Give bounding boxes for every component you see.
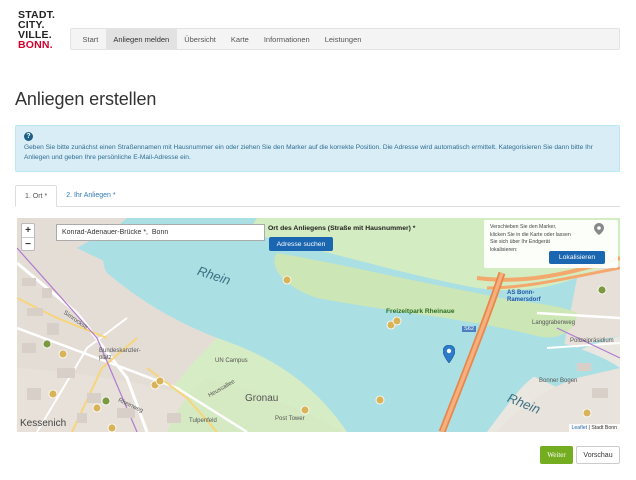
map-label-langgrabenweg: Langgrabenweg bbox=[532, 320, 576, 326]
locate-button[interactable]: Lokalisieren bbox=[549, 251, 605, 264]
map-label-polizeipraesidium: Polizeipräsidium bbox=[570, 338, 614, 344]
map-label-park: Freizeitpark Rheinaue bbox=[386, 308, 455, 315]
zoom-control: + − bbox=[21, 223, 35, 251]
map-label-kessenich: Kessenich bbox=[20, 418, 67, 429]
nav-item-start[interactable]: Start bbox=[75, 29, 106, 49]
main-navbar: Start Anliegen melden Übersicht Karte In… bbox=[70, 28, 620, 50]
map-label-post-tower: Post Tower bbox=[275, 416, 305, 422]
zoom-in-button[interactable]: + bbox=[22, 224, 34, 237]
preview-button[interactable]: Vorschau bbox=[576, 446, 620, 464]
info-alert: ? Geben Sie bitte zunächst einen Straßen… bbox=[15, 125, 620, 172]
locate-hint-box: Verschieben Sie den Marker, klicken Sie … bbox=[484, 220, 618, 268]
search-address-button[interactable]: Adresse suchen bbox=[269, 237, 333, 251]
locate-hint-text: Verschieben Sie den Marker, klicken Sie … bbox=[490, 224, 571, 253]
tab-ort[interactable]: 1. Ort * bbox=[15, 185, 58, 207]
map-label-un-campus: UN Campus bbox=[215, 358, 248, 364]
address-label: Ort des Anliegens (Straße mit Hausnummer… bbox=[268, 225, 416, 232]
map-pin-icon bbox=[594, 223, 604, 235]
next-button[interactable]: Weiter bbox=[540, 446, 573, 464]
map-attribution: Leaflet | Stadt Bonn bbox=[568, 424, 620, 432]
map-label-s62: S62 bbox=[462, 326, 476, 332]
tab-ihr-anliegen[interactable]: 2. Ihr Anliegen * bbox=[57, 185, 124, 206]
map-label-ramersdorf: AS Bonn-Ramersdorf bbox=[507, 290, 541, 303]
map-label-tulpenfeld: Tulpenfeld bbox=[189, 418, 217, 424]
city-logo[interactable]: STADT. CITY. VILLE. BONN. bbox=[18, 10, 55, 51]
location-marker-icon[interactable] bbox=[443, 345, 455, 363]
question-icon: ? bbox=[24, 132, 33, 141]
logo-line-4: BONN. bbox=[18, 39, 53, 51]
page-title: Anliegen erstellen bbox=[15, 89, 157, 109]
map-label-bonner-bogen: Bonner Bogen bbox=[539, 378, 578, 384]
nav-item-leistungen[interactable]: Leistungen bbox=[317, 29, 369, 49]
info-text: Geben Sie bitte zunächst einen Straßenna… bbox=[24, 144, 593, 161]
address-input[interactable] bbox=[56, 224, 265, 241]
nav-item-karte[interactable]: Karte bbox=[223, 29, 256, 49]
nav-item-uebersicht[interactable]: Übersicht bbox=[177, 29, 224, 49]
nav-item-informationen[interactable]: Informationen bbox=[256, 29, 317, 49]
nav-item-anliegen-melden[interactable]: Anliegen melden bbox=[105, 29, 177, 49]
map-label-bundeskanzlerplatz: Bundeskanzler-platz bbox=[99, 348, 141, 361]
zoom-out-button[interactable]: − bbox=[22, 237, 34, 250]
map-label-gronau: Gronau bbox=[245, 393, 279, 404]
location-map[interactable]: Rhein Rhein Freizeitpark Rheinaue Gronau… bbox=[17, 218, 620, 432]
step-tabs: 1. Ort * 2. Ihr Anliegen * bbox=[15, 185, 620, 207]
leaflet-link[interactable]: Leaflet bbox=[572, 425, 588, 431]
attribution-text: | Stadt Bonn bbox=[587, 425, 617, 431]
